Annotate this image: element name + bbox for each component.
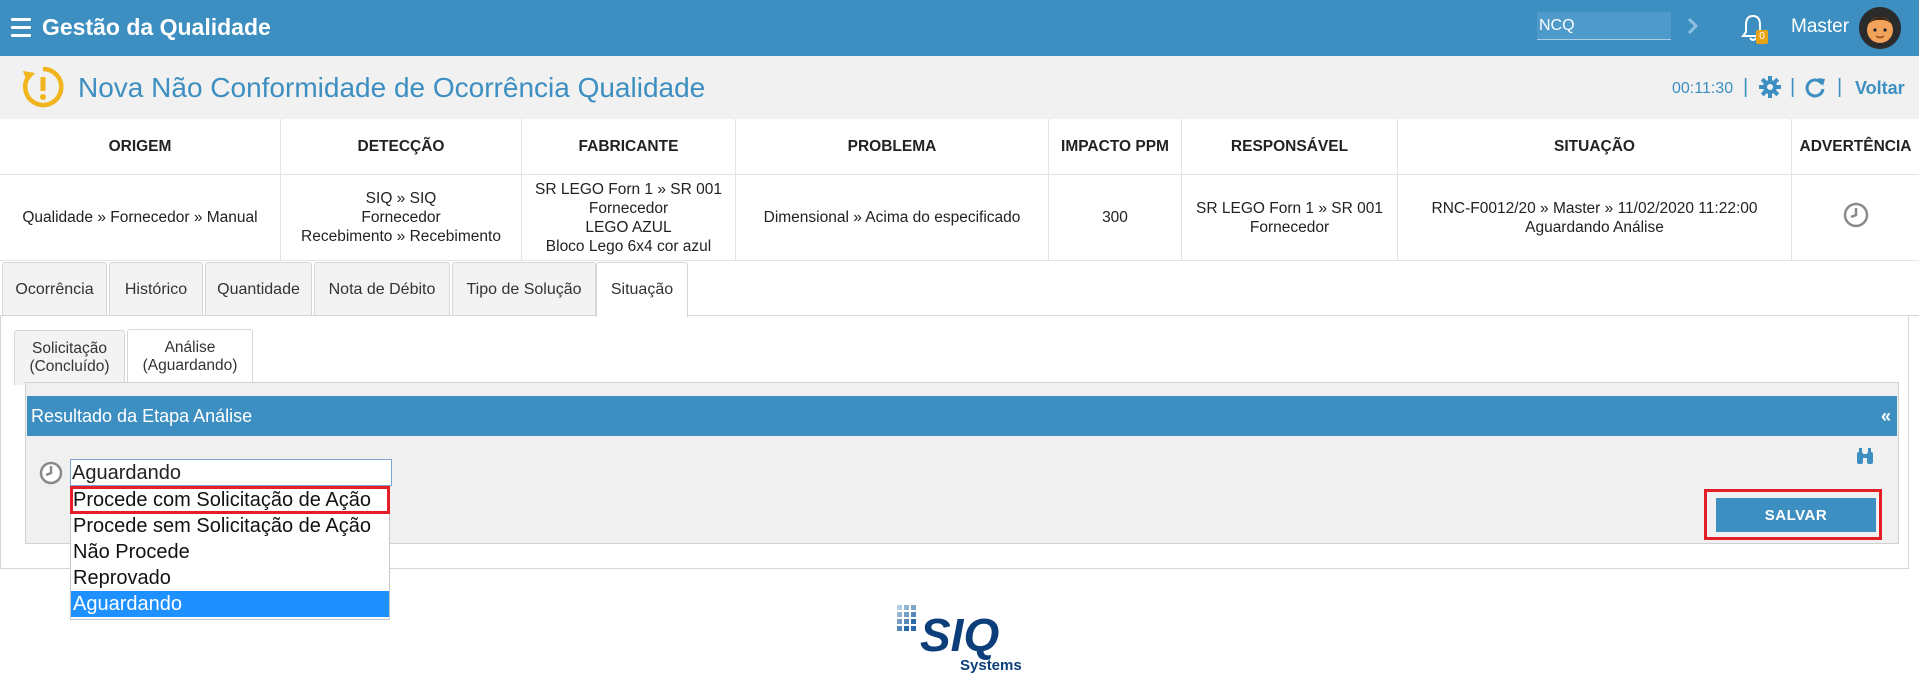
- session-timer: 00:11:30: [1672, 80, 1734, 97]
- clock-icon: [39, 461, 63, 485]
- tab-ocorrencia[interactable]: Ocorrência: [2, 262, 107, 315]
- result-select[interactable]: Aguardando: [70, 459, 392, 486]
- option-procede-sem-solicitacao[interactable]: Procede sem Solicitação de Ação: [71, 513, 389, 539]
- cell-line: Qualidade » Fornecedor » Manual: [22, 209, 258, 226]
- chevron-right-icon[interactable]: [1684, 14, 1702, 38]
- cell-line: SR LEGO Forn 1 » SR 001: [535, 180, 722, 198]
- option-reprovado[interactable]: Reprovado: [71, 565, 389, 591]
- column-header: ORIGEM: [0, 119, 281, 175]
- cell-line: Fornecedor: [588, 199, 669, 217]
- collapse-button[interactable]: «: [1881, 396, 1891, 436]
- gear-icon[interactable]: [1759, 76, 1781, 98]
- cell-line: SIQ » SIQ: [365, 190, 437, 207]
- option-procede-com-solicitacao[interactable]: Procede com Solicitação de Ação: [70, 486, 390, 514]
- impacto-cell: 300: [1048, 174, 1182, 261]
- app-title: Gestão da Qualidade: [42, 14, 271, 40]
- situacao-cell: RNC-F0012/20 » Master » 11/02/2020 11:22…: [1397, 174, 1792, 261]
- tab-tipo-de-solucao[interactable]: Tipo de Solução: [452, 262, 596, 315]
- logo-text: SIQ: [920, 609, 999, 661]
- origem-cell: Qualidade » Fornecedor » Manual: [0, 174, 281, 261]
- separator: |: [1743, 76, 1749, 98]
- tab-situacao[interactable]: Situação: [596, 262, 688, 317]
- column-header: FABRICANTE: [521, 119, 736, 175]
- column-header: RESPONSÁVEL: [1181, 119, 1398, 175]
- save-button[interactable]: SALVAR: [1716, 498, 1876, 532]
- option-aguardando[interactable]: Aguardando: [71, 591, 389, 617]
- cell-line: 300: [1102, 209, 1128, 226]
- cell-line: Recebimento » Recebimento: [301, 228, 501, 245]
- cell-line: Aguardando Análise: [1525, 218, 1664, 236]
- subtab-label: Solicitação: [32, 340, 107, 357]
- cell-line: Fornecedor: [361, 209, 441, 226]
- user-name[interactable]: Master: [1791, 16, 1849, 38]
- cell-line: LEGO AZUL: [585, 218, 672, 236]
- alert-clock-icon: [23, 66, 64, 108]
- back-link[interactable]: Voltar: [1855, 78, 1905, 99]
- page-title: Nova Não Conformidade de Ocorrência Qual…: [78, 72, 706, 103]
- logo-subtext: Systems: [960, 657, 1022, 674]
- tab-quantidade[interactable]: Quantidade: [205, 262, 312, 315]
- subtab-analise[interactable]: Análise (Aguardando): [127, 329, 253, 385]
- subtab-label: Análise: [164, 339, 216, 356]
- column-header: PROBLEMA: [735, 119, 1049, 175]
- refresh-icon[interactable]: [1804, 76, 1826, 98]
- subtab-status: (Concluído): [29, 358, 110, 375]
- column-header: DETECÇÃO: [280, 119, 522, 175]
- siq-logo: SIQ Systems: [897, 605, 1022, 674]
- advertencia-cell: [1791, 174, 1919, 261]
- tab-nota-de-debito[interactable]: Nota de Débito: [314, 262, 450, 315]
- clock-icon[interactable]: [1843, 202, 1869, 228]
- cell-line: Fornecedor: [1249, 218, 1330, 236]
- cell-line: RNC-F0012/20 » Master » 11/02/2020 11:22…: [1431, 199, 1758, 217]
- cell-line: Bloco Lego 6x4 cor azul: [545, 237, 712, 255]
- menu-icon[interactable]: [11, 18, 31, 38]
- notification-badge: 0: [1756, 30, 1768, 44]
- responsavel-cell: SR LEGO Forn 1 » SR 001 Fornecedor: [1181, 174, 1398, 261]
- result-dropdown: Procede com Solicitação de Ação Procede …: [70, 486, 390, 620]
- panel-title: Resultado da Etapa Análise: [31, 406, 253, 426]
- top-bar: Gestão da Qualidade 0 Master: [0, 0, 1919, 56]
- subtab-status: (Aguardando): [142, 357, 238, 374]
- column-header: ADVERTÊNCIA: [1791, 119, 1919, 175]
- cell-line: SR LEGO Forn 1 » SR 001: [1196, 199, 1383, 217]
- tab-historico[interactable]: Histórico: [109, 262, 203, 315]
- table-row: Qualidade » Fornecedor » Manual SIQ » SI…: [0, 174, 1919, 261]
- option-nao-procede[interactable]: Não Procede: [71, 539, 389, 565]
- module-search-input[interactable]: [1537, 12, 1671, 40]
- separator: |: [1837, 76, 1843, 98]
- problema-cell: Dimensional » Acima do especificado: [735, 174, 1049, 261]
- occurrence-summary-table: ORIGEM DETECÇÃO FABRICANTE PROBLEMA IMPA…: [0, 119, 1919, 261]
- panel-header: Resultado da Etapa Análise «: [27, 396, 1897, 436]
- avatar[interactable]: [1859, 7, 1901, 49]
- column-header: IMPACTO PPM: [1048, 119, 1182, 175]
- binoculars-icon[interactable]: [1855, 446, 1875, 466]
- deteccao-cell: SIQ » SIQ Fornecedor Recebimento » Receb…: [280, 174, 522, 261]
- cell-line: Dimensional » Acima do especificado: [763, 209, 1021, 226]
- subtab-solicitacao[interactable]: Solicitação (Concluído): [14, 330, 125, 385]
- column-header: SITUAÇÃO: [1397, 119, 1792, 175]
- fabricante-cell: SR LEGO Forn 1 » SR 001 Fornecedor LEGO …: [521, 174, 736, 261]
- separator: |: [1790, 76, 1796, 98]
